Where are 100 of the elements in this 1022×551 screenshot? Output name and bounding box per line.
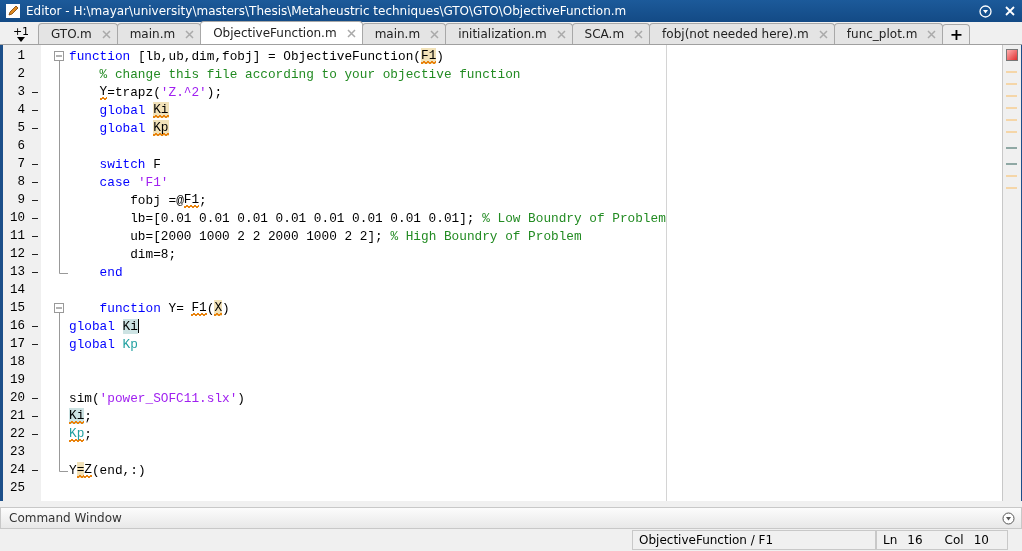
editor-tab[interactable]: func_plot.m — [833, 23, 944, 44]
editor-tab[interactable]: fobj(not needed here).m — [649, 23, 835, 44]
code-variable: Kp — [122, 336, 138, 352]
line-number: 17 — [9, 337, 25, 351]
line-number: 16 — [9, 319, 25, 333]
editor-tab[interactable]: main.m — [361, 23, 447, 44]
close-tab-icon[interactable] — [185, 29, 195, 39]
line-number: 7 — [16, 157, 25, 171]
code-keyword: switch — [99, 156, 146, 172]
warning-marker[interactable] — [1006, 175, 1018, 177]
close-tab-icon[interactable] — [101, 29, 111, 39]
breakpoint-dash[interactable] — [32, 109, 38, 111]
close-tab-icon[interactable] — [346, 28, 356, 38]
warning-marker[interactable] — [1006, 107, 1018, 109]
code-text: ( — [206, 300, 215, 316]
caret-icon — [17, 36, 25, 42]
line-number: 2 — [16, 67, 25, 81]
code-text: Z — [84, 462, 92, 478]
editor-tab[interactable]: initialization.m — [445, 23, 573, 44]
breakpoint-dash[interactable] — [32, 433, 38, 435]
breakpoint-dash[interactable] — [32, 91, 38, 93]
line-number: 8 — [16, 175, 25, 189]
close-tab-icon[interactable] — [430, 29, 440, 39]
line-number: 21 — [9, 409, 25, 423]
line-number: 22 — [9, 427, 25, 441]
fold-icon[interactable] — [54, 51, 64, 61]
line-number: 4 — [16, 103, 25, 117]
line-number: 19 — [9, 373, 25, 387]
warning-marker[interactable] — [1006, 187, 1018, 189]
code-keyword: case — [99, 174, 131, 190]
code-text: ) — [436, 48, 444, 64]
warning-marker[interactable] — [1006, 147, 1018, 149]
close-tab-icon[interactable] — [556, 29, 566, 39]
line-number: 25 — [9, 481, 25, 495]
fold-icon[interactable] — [54, 303, 64, 313]
code-text: ); — [206, 84, 223, 100]
editor-tab[interactable]: main.m — [116, 23, 202, 44]
warning-marker[interactable] — [1006, 71, 1018, 73]
line-number: 23 — [9, 445, 25, 459]
panel-title: Command Window — [9, 511, 122, 525]
code-text: Kp — [153, 120, 169, 136]
editor-tab[interactable]: ObjectiveFunction.m — [200, 21, 363, 44]
code-text: ) — [222, 300, 230, 316]
code-comment: % change this file according to your objective function — [99, 66, 521, 82]
new-tab-button[interactable]: + — [942, 24, 971, 44]
pencil-icon — [6, 4, 20, 18]
close-tab-icon[interactable] — [818, 29, 828, 39]
breakpoint-dash[interactable] — [32, 199, 38, 201]
code-text: ; — [199, 192, 207, 208]
close-icon[interactable] — [1004, 5, 1016, 17]
dropdown-icon[interactable] — [1002, 511, 1015, 525]
code-text: Y — [99, 84, 108, 100]
code-keyword: global — [69, 336, 115, 352]
code-text: ; — [84, 408, 92, 424]
line-number: 9 — [16, 193, 25, 207]
breakpoint-dash[interactable] — [32, 163, 38, 165]
breakpoint-dash[interactable] — [32, 415, 38, 417]
code-text: =trapz( — [107, 84, 161, 100]
breakpoint-dash[interactable] — [32, 253, 38, 255]
warning-marker[interactable] — [1006, 95, 1018, 97]
code-keyword: function — [69, 48, 131, 64]
warning-marker[interactable] — [1006, 119, 1018, 121]
code-keyword: function — [99, 300, 161, 316]
line-number: 1 — [16, 49, 25, 63]
editor-tab[interactable]: SCA.m — [571, 23, 651, 44]
line-number: 20 — [9, 391, 25, 405]
code-text: F1 — [183, 192, 200, 208]
line-number: 11 — [9, 229, 25, 243]
warning-marker[interactable] — [1006, 83, 1018, 85]
breakpoint-dash[interactable] — [32, 325, 38, 327]
breakpoint-dash[interactable] — [32, 397, 38, 399]
tab-overflow-button[interactable]: +1 — [4, 24, 38, 44]
close-tab-icon[interactable] — [927, 29, 937, 39]
code-string: 'F1' — [137, 174, 169, 190]
code-text: F — [153, 156, 161, 172]
code-keyword: global — [99, 102, 146, 118]
breakpoint-dash[interactable] — [32, 271, 38, 273]
breakpoint-dash[interactable] — [32, 127, 38, 129]
code-keyword: global — [99, 120, 146, 136]
code-text: Ki — [69, 408, 85, 424]
code-keyword: global — [69, 318, 115, 334]
editor-tab[interactable]: GTO.m — [38, 23, 118, 44]
line-number: 12 — [9, 247, 25, 261]
breakpoint-dash[interactable] — [32, 343, 38, 345]
line-number: 24 — [9, 463, 25, 477]
warning-marker[interactable] — [1006, 163, 1018, 165]
warning-marker[interactable] — [1006, 131, 1018, 133]
breakpoint-dash[interactable] — [32, 235, 38, 237]
close-tab-icon[interactable] — [634, 29, 644, 39]
line-number: 14 — [9, 283, 25, 297]
code-text: = — [76, 462, 85, 478]
code-text: [lb,ub,dim,fobj] = ObjectiveFunction( — [137, 48, 421, 64]
breakpoint-dash[interactable] — [32, 217, 38, 219]
code-text: (end,:) — [91, 462, 146, 478]
code-text: X — [214, 300, 223, 316]
line-number: 13 — [9, 265, 25, 279]
breakpoint-dash[interactable] — [32, 469, 38, 471]
breakpoint-dash[interactable] — [32, 181, 38, 183]
code-text: ; — [84, 426, 92, 442]
code-text: Y= — [168, 300, 185, 316]
